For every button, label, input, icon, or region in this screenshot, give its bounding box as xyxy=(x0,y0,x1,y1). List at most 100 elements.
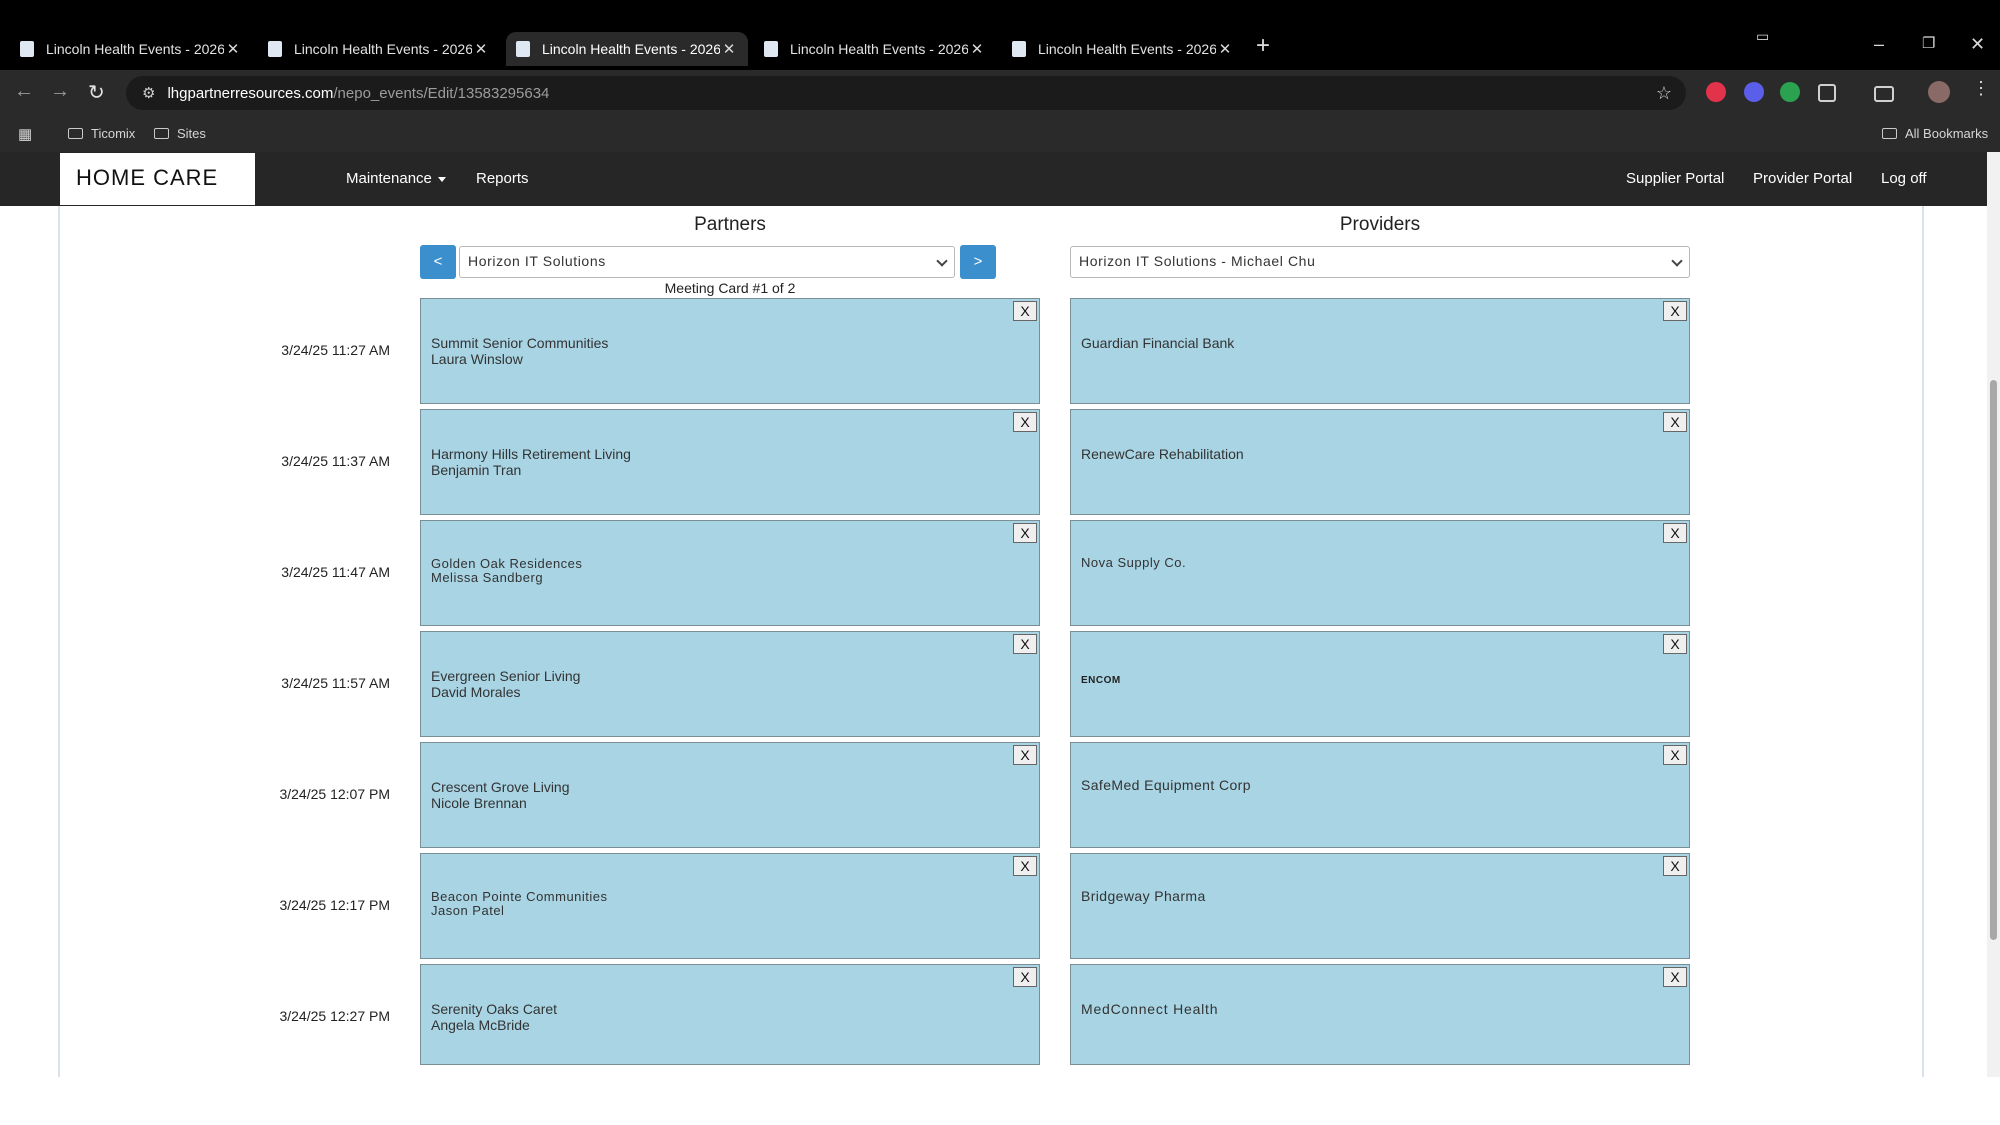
remove-partner-button[interactable]: X xyxy=(1013,412,1037,432)
back-icon[interactable]: ← xyxy=(14,80,34,103)
site-info-icon[interactable]: ⚙ xyxy=(142,84,155,102)
provider-name: RenewCare Rehabilitation xyxy=(1081,446,1244,462)
partner-contact: Nicole Brennan xyxy=(431,795,527,811)
partner-select[interactable]: Horizon IT Solutions xyxy=(459,246,955,278)
slot-time: 3/24/25 11:57 AM xyxy=(281,675,390,691)
provider-select[interactable]: Horizon IT Solutions - Michael Chu xyxy=(1070,246,1690,278)
page-favicon-icon xyxy=(268,41,282,57)
partner-org: Beacon Pointe Communities xyxy=(431,889,608,904)
tab-close-icon[interactable]: ✕ xyxy=(720,40,738,58)
profile-avatar-icon[interactable] xyxy=(1928,81,1950,103)
reports-link[interactable]: Reports xyxy=(476,170,529,187)
tab-close-icon[interactable]: ✕ xyxy=(968,40,986,58)
tab-title: Lincoln Health Events - 2026 Ho xyxy=(542,41,720,57)
brand-logo[interactable]: HOME CARE xyxy=(60,153,255,205)
remove-provider-button[interactable]: X xyxy=(1663,301,1687,321)
partner-card[interactable]: X Golden Oak Residences Melissa Sandberg xyxy=(420,520,1040,626)
page-scrollbar[interactable] xyxy=(1987,152,2000,1077)
tab-close-icon[interactable]: ✕ xyxy=(1216,40,1234,58)
provider-card[interactable]: X RenewCare Rehabilitation xyxy=(1070,409,1690,515)
forward-icon[interactable]: → xyxy=(50,80,70,103)
tab-title: Lincoln Health Events - 2026 Ho xyxy=(790,41,968,57)
media-icon[interactable] xyxy=(1874,86,1894,102)
reload-icon[interactable]: ↻ xyxy=(88,80,105,105)
all-bookmarks[interactable]: All Bookmarks xyxy=(1882,126,1988,141)
scrollbar-thumb[interactable] xyxy=(1990,380,1997,940)
bookmarks-bar: ▦ Ticomix Sites All Bookmarks xyxy=(0,116,2000,152)
remove-provider-button[interactable]: X xyxy=(1663,967,1687,987)
remove-provider-button[interactable]: X xyxy=(1663,634,1687,654)
partners-heading: Partners xyxy=(694,214,766,235)
log-off-link[interactable]: Log off xyxy=(1881,170,1927,187)
provider-name: Bridgeway Pharma xyxy=(1081,888,1206,904)
remove-provider-button[interactable]: X xyxy=(1663,523,1687,543)
bookmark-star-icon[interactable]: ☆ xyxy=(1656,83,1672,104)
extension-green-icon[interactable] xyxy=(1780,82,1800,102)
apps-grid-icon[interactable]: ▦ xyxy=(18,125,32,143)
minimize-icon[interactable]: – xyxy=(1874,34,1884,55)
remove-partner-button[interactable]: X xyxy=(1013,856,1037,876)
partner-card[interactable]: X Summit Senior Communities Laura Winslow xyxy=(420,298,1040,404)
browser-menu-icon[interactable]: ⋮ xyxy=(1972,78,1992,98)
remove-partner-button[interactable]: X xyxy=(1013,634,1037,654)
tab-search-icon[interactable]: ▭ xyxy=(1756,28,1769,45)
partner-card[interactable]: X Serenity Oaks Caret Angela McBride xyxy=(420,964,1040,1065)
provider-card[interactable]: X MedConnect Health xyxy=(1070,964,1690,1065)
tab-title: Lincoln Health Events - 2026 Ho xyxy=(46,41,224,57)
remove-provider-button[interactable]: X xyxy=(1663,856,1687,876)
slot-time: 3/24/25 12:27 PM xyxy=(279,1008,390,1024)
browser-tab[interactable]: Lincoln Health Events - 2026 Ho ✕ xyxy=(10,32,252,66)
tab-close-icon[interactable]: ✕ xyxy=(472,40,490,58)
provider-name: Guardian Financial Bank xyxy=(1081,335,1235,351)
partner-card[interactable]: X Harmony Hills Retirement Living Benjami… xyxy=(420,409,1040,515)
extension-blue-icon[interactable] xyxy=(1744,82,1764,102)
page-favicon-icon xyxy=(20,41,34,57)
provider-card[interactable]: X Nova Supply Co. xyxy=(1070,520,1690,626)
partner-card[interactable]: X Beacon Pointe Communities Jason Patel xyxy=(420,853,1040,959)
slot-time: 3/24/25 11:37 AM xyxy=(281,453,390,469)
partner-card[interactable]: X Crescent Grove Living Nicole Brennan xyxy=(420,742,1040,848)
supplier-portal-link[interactable]: Supplier Portal xyxy=(1626,170,1724,187)
browser-tab[interactable]: Lincoln Health Events - 2026 Ho ✕ xyxy=(1002,32,1244,66)
partner-contact: Jason Patel xyxy=(431,903,505,918)
browser-tab[interactable]: Lincoln Health Events - 2026 Ho ✕ xyxy=(258,32,500,66)
bookmark-folder-sites[interactable]: Sites xyxy=(154,126,206,141)
slot-time: 3/24/25 12:17 PM xyxy=(279,897,390,913)
screen-bottom-border xyxy=(0,1077,2000,1125)
partner-contact: Benjamin Tran xyxy=(431,462,522,478)
extension-red-icon[interactable] xyxy=(1706,82,1726,102)
previous-partner-button[interactable]: < xyxy=(420,245,456,279)
partner-org: Harmony Hills Retirement Living xyxy=(431,446,631,462)
provider-card[interactable]: X SafeMed Equipment Corp xyxy=(1070,742,1690,848)
remove-partner-button[interactable]: X xyxy=(1013,967,1037,987)
next-partner-button[interactable]: > xyxy=(960,245,996,279)
folder-icon xyxy=(68,128,83,139)
provider-card[interactable]: X Guardian Financial Bank xyxy=(1070,298,1690,404)
provider-card[interactable]: X Bridgeway Pharma xyxy=(1070,853,1690,959)
new-tab-icon[interactable]: + xyxy=(1256,32,1270,60)
bookmark-folder-label: Sites xyxy=(177,126,206,141)
window-close-icon[interactable]: ✕ xyxy=(1970,34,1985,55)
remove-partner-button[interactable]: X xyxy=(1013,523,1037,543)
meeting-card-counter: Meeting Card #1 of 2 xyxy=(664,280,796,296)
remove-partner-button[interactable]: X xyxy=(1013,301,1037,321)
tab-close-icon[interactable]: ✕ xyxy=(224,40,242,58)
partner-contact: Melissa Sandberg xyxy=(431,570,544,585)
restore-icon[interactable]: ❐ xyxy=(1922,34,1935,52)
remove-provider-button[interactable]: X xyxy=(1663,745,1687,765)
remove-partner-button[interactable]: X xyxy=(1013,745,1037,765)
extensions-puzzle-icon[interactable] xyxy=(1818,84,1836,102)
browser-tab-active[interactable]: Lincoln Health Events - 2026 Ho ✕ xyxy=(506,32,748,66)
slot-time: 3/24/25 11:27 AM xyxy=(281,342,390,358)
bookmark-folder-ticomix[interactable]: Ticomix xyxy=(68,126,135,141)
provider-logo-text: ENCOM xyxy=(1081,675,1121,686)
provider-name: SafeMed Equipment Corp xyxy=(1081,777,1251,793)
address-bar[interactable]: ⚙ lhgpartnerresources.com/nepo_events/Ed… xyxy=(126,76,1686,110)
maintenance-menu[interactable]: Maintenance xyxy=(346,170,446,187)
chevron-down-icon xyxy=(936,255,948,267)
provider-card[interactable]: X ENCOM xyxy=(1070,631,1690,737)
partner-card[interactable]: X Evergreen Senior Living David Morales xyxy=(420,631,1040,737)
browser-tab[interactable]: Lincoln Health Events - 2026 Ho ✕ xyxy=(754,32,996,66)
remove-provider-button[interactable]: X xyxy=(1663,412,1687,432)
provider-portal-link[interactable]: Provider Portal xyxy=(1753,170,1852,187)
